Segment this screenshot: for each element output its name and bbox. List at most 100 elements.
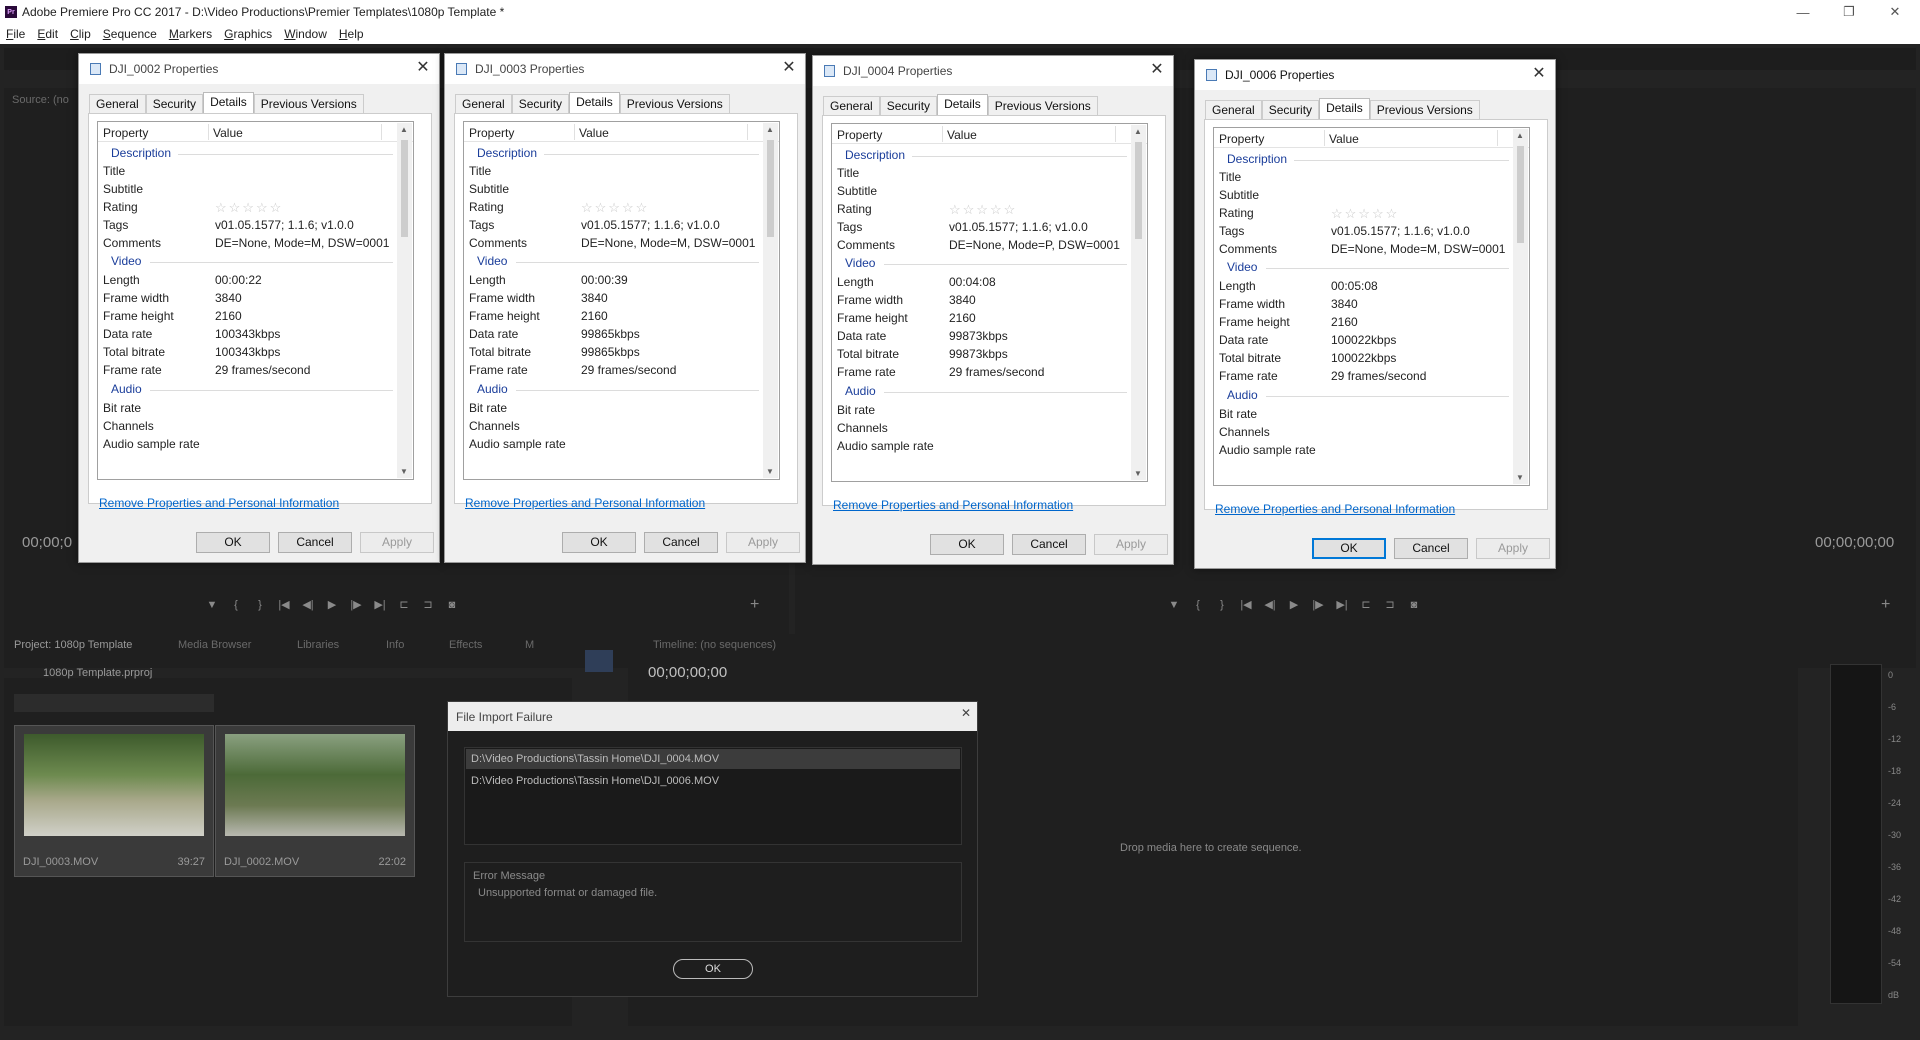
scroll-up-icon[interactable]: ▲ xyxy=(766,125,774,134)
list-item[interactable]: Frame rate 29 frames/second xyxy=(464,361,764,379)
scroll-down-icon[interactable]: ▼ xyxy=(1516,473,1524,482)
clip-thumbnail[interactable]: DJI_0002.MOV 22:02 xyxy=(215,725,415,877)
menu-sequence[interactable]: Sequence xyxy=(103,27,157,41)
list-item[interactable]: Tags v01.05.1577; 1.1.6; v1.0.0 xyxy=(1214,222,1514,240)
menu-graphics[interactable]: Graphics xyxy=(224,27,272,41)
ok-button[interactable]: OK xyxy=(930,534,1004,555)
apply-button[interactable]: Apply xyxy=(1476,538,1550,559)
list-item[interactable]: Bit rate xyxy=(464,399,764,417)
info-tab[interactable]: Info xyxy=(386,639,404,651)
list-item[interactable]: Channels xyxy=(1214,423,1514,441)
marker-icon[interactable]: ▼ xyxy=(1162,599,1186,611)
cancel-button[interactable]: Cancel xyxy=(1012,534,1086,555)
project-search-input[interactable] xyxy=(14,694,214,712)
tab-security[interactable]: Security xyxy=(1261,100,1320,119)
list-item[interactable]: Tags v01.05.1577; 1.1.6; v1.0.0 xyxy=(832,218,1132,236)
go-out-icon[interactable]: ▶| xyxy=(1330,598,1354,611)
close-icon[interactable]: ✕ xyxy=(1529,64,1549,84)
extract-icon[interactable]: ⊐ xyxy=(1378,598,1402,611)
project-tab[interactable]: Project: 1080p Template xyxy=(14,639,132,651)
list-item[interactable]: Subtitle xyxy=(98,180,398,198)
menu-edit[interactable]: Edit xyxy=(37,27,58,41)
tab-details[interactable]: Details xyxy=(1319,98,1370,119)
list-item[interactable]: Data rate 100022kbps xyxy=(1214,331,1514,349)
list-item[interactable]: Length 00:04:08 xyxy=(832,273,1132,291)
rating-stars[interactable]: ☆☆☆☆☆ xyxy=(581,200,649,216)
list-item[interactable]: Length 00:00:22 xyxy=(98,271,398,289)
scroll-up-icon[interactable]: ▲ xyxy=(400,125,408,134)
apply-button[interactable]: Apply xyxy=(1094,534,1168,555)
column-value[interactable]: Value xyxy=(213,126,243,140)
list-item[interactable]: Comments DE=None, Mode=P, DSW=0001 xyxy=(832,236,1132,254)
step-forward-icon[interactable]: |▶ xyxy=(1306,598,1330,611)
apply-button[interactable]: Apply xyxy=(360,532,434,553)
list-item[interactable]: Channels xyxy=(464,417,764,435)
out-point-icon[interactable]: } xyxy=(1210,599,1234,611)
list-item[interactable]: Frame height 2160 xyxy=(832,309,1132,327)
clip-thumbnail[interactable]: DJI_0003.MOV 39:27 xyxy=(14,725,214,877)
close-icon[interactable]: ✕ xyxy=(413,58,433,78)
scroll-thumb[interactable] xyxy=(767,140,774,237)
camera-icon[interactable]: ◙ xyxy=(440,599,464,611)
list-item[interactable]: Length 00:05:08 xyxy=(1214,277,1514,295)
tab-previous-versions[interactable]: Previous Versions xyxy=(1369,100,1480,119)
list-item[interactable]: Frame height 2160 xyxy=(464,307,764,325)
tab-previous-versions[interactable]: Previous Versions xyxy=(987,96,1098,115)
list-item[interactable]: Title xyxy=(464,162,764,180)
list-item[interactable]: Total bitrate 100343kbps xyxy=(98,343,398,361)
list-item[interactable]: Comments DE=None, Mode=M, DSW=0001 xyxy=(98,234,398,252)
close-icon[interactable]: ✕ xyxy=(961,706,971,720)
selection-tool-icon[interactable] xyxy=(585,650,613,672)
rating-stars[interactable]: ☆☆☆☆☆ xyxy=(1331,206,1399,222)
list-item[interactable]: Rating ☆☆☆☆☆ xyxy=(1214,204,1514,222)
column-property[interactable]: Property xyxy=(1219,132,1264,146)
tab-details[interactable]: Details xyxy=(569,92,620,113)
list-item[interactable]: Total bitrate 99865kbps xyxy=(464,343,764,361)
list-item[interactable]: Rating ☆☆☆☆☆ xyxy=(98,198,398,216)
list-item[interactable]: D:\Video Productions\Tassin Home\DJI_000… xyxy=(466,771,960,791)
ok-button[interactable]: OK xyxy=(673,959,753,979)
list-item[interactable]: Bit rate xyxy=(1214,405,1514,423)
list-item[interactable]: Frame width 3840 xyxy=(98,289,398,307)
tab-details[interactable]: Details xyxy=(937,94,988,115)
more-tab[interactable]: M xyxy=(525,639,534,651)
list-item[interactable]: Frame rate 29 frames/second xyxy=(832,363,1132,381)
in-point-icon[interactable]: { xyxy=(1186,599,1210,611)
cancel-button[interactable]: Cancel xyxy=(644,532,718,553)
list-item[interactable]: Title xyxy=(832,164,1132,182)
effects-tab[interactable]: Effects xyxy=(449,639,482,651)
list-item[interactable]: Title xyxy=(98,162,398,180)
tab-previous-versions[interactable]: Previous Versions xyxy=(253,94,364,113)
close-button[interactable]: ✕ xyxy=(1872,0,1918,24)
add-button-icon[interactable]: + xyxy=(1881,596,1890,614)
column-property[interactable]: Property xyxy=(837,128,882,142)
add-button-icon[interactable]: + xyxy=(750,596,759,614)
go-in-icon[interactable]: |◀ xyxy=(272,598,296,611)
column-value[interactable]: Value xyxy=(947,128,977,142)
apply-button[interactable]: Apply xyxy=(726,532,800,553)
camera-icon[interactable]: ◙ xyxy=(1402,599,1426,611)
restore-button[interactable]: ❐ xyxy=(1826,0,1872,24)
menu-window[interactable]: Window xyxy=(284,27,327,41)
tab-general[interactable]: General xyxy=(1205,100,1262,119)
list-item[interactable]: Subtitle xyxy=(464,180,764,198)
overwrite-icon[interactable]: ⊐ xyxy=(416,598,440,611)
vertical-scrollbar[interactable]: ▲ ▼ xyxy=(763,123,778,478)
ok-button[interactable]: OK xyxy=(562,532,636,553)
list-item[interactable]: D:\Video Productions\Tassin Home\DJI_000… xyxy=(466,749,960,769)
list-item[interactable]: Rating ☆☆☆☆☆ xyxy=(464,198,764,216)
tab-security[interactable]: Security xyxy=(879,96,938,115)
ok-button[interactable]: OK xyxy=(196,532,270,553)
scroll-up-icon[interactable]: ▲ xyxy=(1516,131,1524,140)
list-item[interactable]: Frame width 3840 xyxy=(1214,295,1514,313)
close-icon[interactable]: ✕ xyxy=(1147,60,1167,80)
list-item[interactable]: Tags v01.05.1577; 1.1.6; v1.0.0 xyxy=(98,216,398,234)
menu-file[interactable]: File xyxy=(6,27,25,41)
vertical-scrollbar[interactable]: ▲ ▼ xyxy=(1513,129,1528,484)
list-item[interactable]: Audio sample rate xyxy=(98,435,398,453)
close-icon[interactable]: ✕ xyxy=(779,58,799,78)
remove-properties-link[interactable]: Remove Properties and Personal Informati… xyxy=(465,496,705,510)
cancel-button[interactable]: Cancel xyxy=(278,532,352,553)
play-icon[interactable]: ▶ xyxy=(320,598,344,611)
tab-general[interactable]: General xyxy=(89,94,146,113)
